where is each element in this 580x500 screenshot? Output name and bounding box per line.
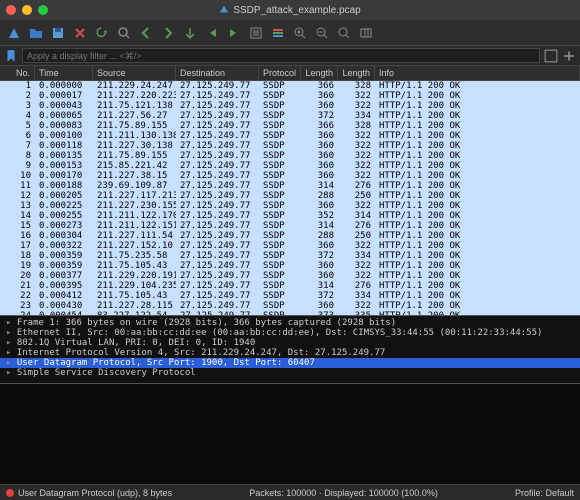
detail-tree-row[interactable]: Ethernet II, Src: 00:aa:bb:cc:dd:ee (00:… [0, 328, 580, 338]
packet-row[interactable]: 20.000017211.227.220.22327.125.249.77SSD… [0, 91, 580, 101]
packet-list-header[interactable]: No. Time Source Destination Protocol Len… [0, 66, 580, 81]
packet-row[interactable]: 220.000412211.75.105.4327.125.249.77SSDP… [0, 291, 580, 301]
titlebar: SSDP_attack_example.pcap [0, 0, 580, 20]
detail-tree-row[interactable]: User Datagram Protocol, Src Port: 1900, … [0, 358, 580, 368]
packet-row[interactable]: 140.000255211.211.122.17027.125.249.77SS… [0, 211, 580, 221]
go-forward-button[interactable] [158, 23, 178, 43]
filter-add-button[interactable] [562, 49, 576, 63]
go-back-button[interactable] [136, 23, 156, 43]
app-window: SSDP_attack_example.pcap No. Time Source [0, 0, 580, 500]
close-file-button[interactable] [70, 23, 90, 43]
status-packet-counts: Packets: 100000 · Displayed: 100000 (100… [249, 488, 438, 498]
main-toolbar [0, 20, 580, 46]
zoom-in-button[interactable] [290, 23, 310, 43]
window-title: SSDP_attack_example.pcap [0, 4, 580, 17]
start-capture-button[interactable] [4, 23, 24, 43]
packet-row[interactable]: 200.000377211.229.220.19127.125.249.77SS… [0, 271, 580, 281]
packet-list-pane: No. Time Source Destination Protocol Len… [0, 66, 580, 316]
first-packet-button[interactable] [202, 23, 222, 43]
go-to-packet-button[interactable] [180, 23, 200, 43]
packet-row[interactable]: 180.000359211.75.235.5827.125.249.77SSDP… [0, 251, 580, 261]
packet-row[interactable]: 80.000135211.75.89.15527.125.249.77SSDP3… [0, 151, 580, 161]
packet-row[interactable]: 230.000430211.227.28.11527.125.249.77SSD… [0, 301, 580, 311]
bookmark-icon[interactable] [4, 49, 18, 63]
packet-row[interactable]: 130.000225211.227.230.15527.125.249.77SS… [0, 201, 580, 211]
packet-row[interactable]: 190.000359211.75.105.4327.125.249.77SSDP… [0, 261, 580, 271]
packet-details-pane[interactable]: Frame 1: 366 bytes on wire (2928 bits), … [0, 316, 580, 384]
shark-fin-icon [219, 4, 229, 17]
find-packet-button[interactable] [114, 23, 134, 43]
open-file-button[interactable] [26, 23, 46, 43]
packet-row[interactable]: 170.000322211.227.152.1027.125.249.77SSD… [0, 241, 580, 251]
packet-row[interactable]: 240.00045483.227.122.5427.125.249.77SSDP… [0, 311, 580, 315]
packet-row[interactable]: 210.000395211.229.104.23527.125.249.77SS… [0, 281, 580, 291]
save-file-button[interactable] [48, 23, 68, 43]
packet-row[interactable]: 150.000273211.211.122.15127.125.249.77SS… [0, 221, 580, 231]
zoom-reset-button[interactable] [334, 23, 354, 43]
status-bar: User Datagram Protocol (udp), 8 bytes Pa… [0, 484, 580, 500]
packet-list-body[interactable]: 10.000000211.229.24.24727.125.249.77SSDP… [0, 81, 580, 315]
packet-row[interactable]: 60.000100211.211.130.13827.125.249.77SSD… [0, 131, 580, 141]
detail-tree-row[interactable]: 802.1Q Virtual LAN, PRI: 0, DEI: 0, ID: … [0, 338, 580, 348]
detail-tree-row[interactable]: Simple Service Discovery Protocol [0, 368, 580, 378]
status-profile[interactable]: Profile: Default [515, 488, 574, 498]
reload-button[interactable] [92, 23, 112, 43]
packet-row[interactable]: 30.000043211.75.121.13827.125.249.77SSDP… [0, 101, 580, 111]
packet-row[interactable]: 70.000118211.227.30.13827.125.249.77SSDP… [0, 141, 580, 151]
status-left-text: User Datagram Protocol (udp), 8 bytes [18, 488, 172, 498]
packet-row[interactable]: 160.000304211.227.111.5427.125.249.77SSD… [0, 231, 580, 241]
filter-toolbar [0, 46, 580, 66]
zoom-out-button[interactable] [312, 23, 332, 43]
packet-row[interactable]: 110.000188239.69.109.8727.125.249.77SSDP… [0, 181, 580, 191]
last-packet-button[interactable] [224, 23, 244, 43]
packet-row[interactable]: 90.000153215.85.221.4227.125.249.77SSDP3… [0, 161, 580, 171]
detail-tree-row[interactable]: Internet Protocol Version 4, Src: 211.22… [0, 348, 580, 358]
packet-row[interactable]: 10.000000211.229.24.24727.125.249.77SSDP… [0, 81, 580, 91]
display-filter-input[interactable] [22, 48, 540, 63]
packet-row[interactable]: 100.000170211.227.38.1527.125.249.77SSDP… [0, 171, 580, 181]
expert-info-icon[interactable] [6, 489, 14, 497]
detail-tree-row[interactable]: Frame 1: 366 bytes on wire (2928 bits), … [0, 318, 580, 328]
colorize-button[interactable] [268, 23, 288, 43]
packet-row[interactable]: 40.000065211.227.56.2727.125.249.77SSDP3… [0, 111, 580, 121]
packet-row[interactable]: 120.000205211.227.117.21327.125.249.77SS… [0, 191, 580, 201]
resize-columns-button[interactable] [356, 23, 376, 43]
packet-bytes-pane[interactable] [0, 384, 580, 484]
autoscroll-button[interactable] [246, 23, 266, 43]
packet-row[interactable]: 50.000083211.75.89.15527.125.249.77SSDP3… [0, 121, 580, 131]
filter-expression-button[interactable] [544, 49, 558, 63]
